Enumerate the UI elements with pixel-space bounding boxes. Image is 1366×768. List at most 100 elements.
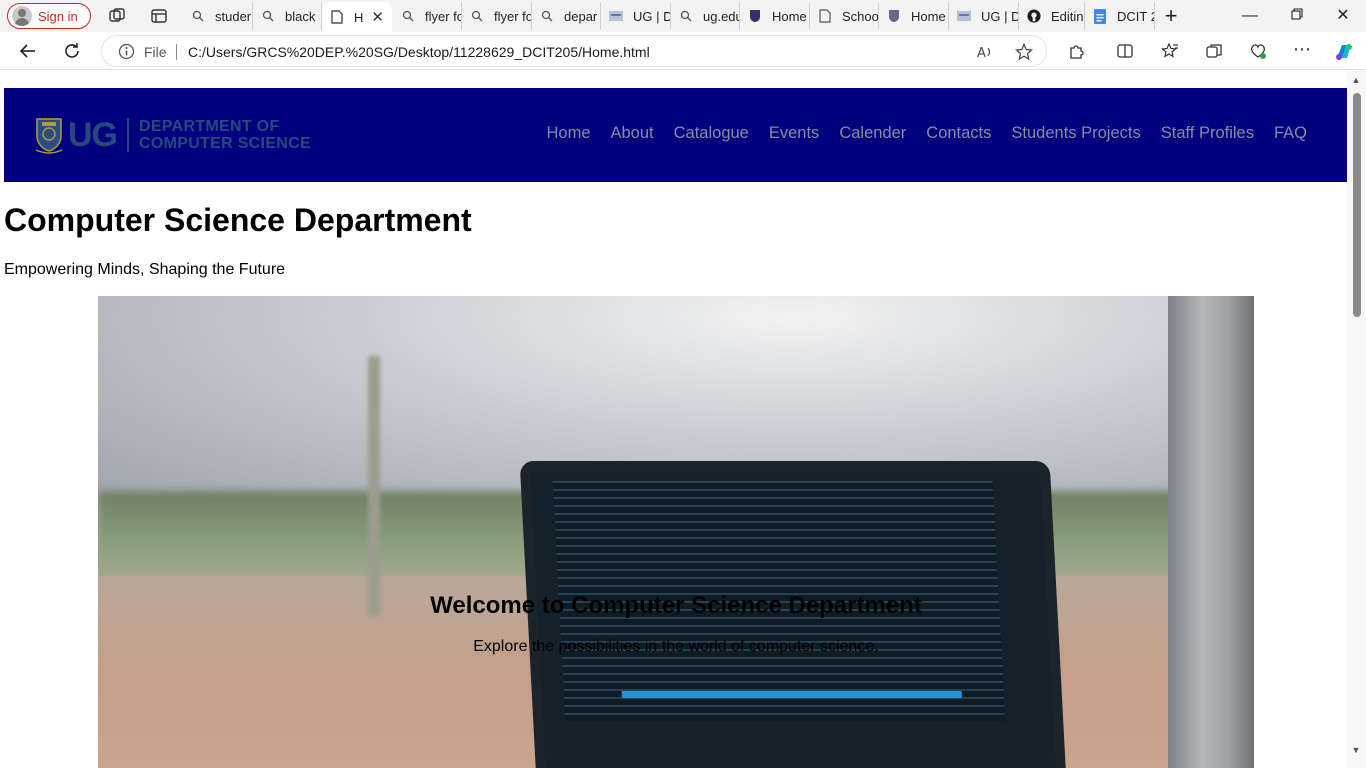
profile-avatar-icon — [12, 6, 32, 26]
refresh-icon[interactable] — [62, 41, 82, 61]
divider — [176, 44, 177, 60]
tab-label: UG | D — [633, 8, 671, 24]
tab-label: black — [285, 8, 316, 24]
sign-in-label: Sign in — [38, 8, 78, 24]
info-icon[interactable] — [118, 43, 135, 60]
tab-label: H — [354, 9, 364, 25]
browser-tab[interactable]: UG | D — [601, 2, 671, 30]
nav-events[interactable]: Events — [769, 124, 819, 143]
hero-background-post — [368, 356, 380, 616]
search-icon — [401, 9, 415, 23]
hero-metal-pole — [1168, 296, 1254, 768]
browser-tab[interactable]: DCIT 2 — [1085, 2, 1155, 30]
browser-tab[interactable]: Schoo — [810, 2, 879, 30]
logo-department-name: DEPARTMENT OF COMPUTER SCIENCE — [139, 118, 311, 152]
browser-essentials-icon[interactable] — [1249, 42, 1267, 60]
site-header: UG DEPARTMENT OF COMPUTER SCIENCE Home A… — [4, 88, 1347, 182]
search-icon — [540, 9, 554, 23]
scheme-label: File — [144, 44, 167, 60]
nav-faq[interactable]: FAQ — [1274, 124, 1307, 143]
nav-home[interactable]: Home — [546, 124, 590, 143]
search-icon — [261, 9, 275, 23]
main-nav: Home About Catalogue Events Calender Con… — [546, 124, 1307, 143]
tab-label: Home — [772, 8, 807, 24]
tab-strip: Sign in studer black H ✕ flyer fo flyer … — [0, 0, 1366, 32]
university-crest-icon — [34, 116, 64, 154]
scroll-down-icon[interactable]: ▼ — [1351, 745, 1361, 755]
svg-text:A: A — [977, 46, 986, 61]
search-icon — [470, 9, 484, 23]
tab-label: Home — [911, 8, 946, 24]
sign-in-button[interactable]: Sign in — [7, 3, 91, 29]
back-icon[interactable] — [18, 41, 38, 61]
page-title: Computer Science Department — [4, 202, 472, 238]
crest-icon — [887, 9, 901, 23]
scrollbar-thumb[interactable] — [1353, 93, 1361, 317]
workspaces-icon[interactable] — [108, 7, 126, 25]
logo-line-2: COMPUTER SCIENCE — [139, 135, 311, 152]
tab-label: Schoo — [842, 8, 879, 24]
url-text[interactable]: C:/Users/GRCS%20DEP.%20SG/Desktop/112286… — [188, 44, 650, 60]
nav-catalogue[interactable]: Catalogue — [674, 124, 749, 143]
browser-tab[interactable]: UG | D — [949, 2, 1019, 30]
logo-divider — [127, 118, 129, 152]
tab-label: UG | D — [981, 8, 1019, 24]
tab-label: flyer fo — [494, 8, 532, 24]
browser-tab-active[interactable]: H ✕ — [322, 2, 392, 32]
copilot-icon[interactable] — [1333, 42, 1352, 60]
page-viewport: UG DEPARTMENT OF COMPUTER SCIENCE Home A… — [0, 71, 1347, 768]
browser-tab[interactable]: Home — [879, 2, 949, 30]
laptop-status-bar — [621, 691, 963, 698]
tab-label: ug.edu — [703, 8, 740, 24]
extensions-icon[interactable] — [1068, 42, 1086, 60]
browser-tab[interactable]: Home — [740, 2, 810, 30]
tab-label: flyer fo — [425, 8, 462, 24]
favorites-icon[interactable] — [1161, 42, 1179, 60]
github-icon — [1027, 9, 1041, 23]
browser-tab[interactable]: black — [253, 2, 322, 30]
nav-students-projects[interactable]: Students Projects — [1011, 124, 1140, 143]
page-scrollbar[interactable]: ▲ ▼ — [1347, 71, 1366, 768]
nav-about[interactable]: About — [611, 124, 654, 143]
search-icon — [679, 9, 693, 23]
logo-ug-text: UG — [68, 115, 118, 154]
browser-tab[interactable]: depar — [532, 2, 601, 30]
browser-tab[interactable]: studer — [183, 2, 253, 30]
browser-toolbar: File C:/Users/GRCS%20DEP.%20SG/Desktop/1… — [0, 32, 1366, 70]
close-window-icon[interactable]: ✕ — [1333, 6, 1353, 26]
scroll-up-icon[interactable]: ▲ — [1351, 75, 1361, 85]
crest-icon — [748, 9, 762, 23]
browser-tab[interactable]: flyer fo — [393, 2, 462, 30]
tab-label: studer — [215, 8, 252, 24]
docs-icon — [1093, 8, 1107, 24]
tab-label: depar — [564, 8, 598, 24]
page-tagline: Empowering Minds, Shaping the Future — [4, 261, 286, 278]
department-logo[interactable]: UG DEPARTMENT OF COMPUTER SCIENCE — [34, 114, 314, 156]
nav-contacts[interactable]: Contacts — [926, 124, 991, 143]
more-menu-icon[interactable]: ⋯ — [1293, 40, 1311, 60]
hero-heading: Welcome to Computer Science Department — [430, 592, 922, 619]
tab-actions-icon[interactable] — [150, 7, 168, 25]
logo-line-1: DEPARTMENT OF — [139, 118, 280, 135]
split-screen-icon[interactable] — [1116, 42, 1134, 60]
browser-tab[interactable]: flyer fo — [462, 2, 532, 30]
favorite-star-icon[interactable] — [1015, 43, 1033, 61]
minimize-icon[interactable]: — — [1240, 6, 1260, 26]
search-icon — [191, 9, 205, 23]
browser-tab[interactable]: ug.edu — [671, 2, 740, 30]
address-bar[interactable]: File C:/Users/GRCS%20DEP.%20SG/Desktop/1… — [101, 35, 1047, 67]
browser-tab[interactable]: Editin — [1019, 2, 1085, 30]
restore-icon[interactable] — [1287, 6, 1307, 26]
close-tab-icon[interactable]: ✕ — [371, 8, 384, 26]
nav-staff-profiles[interactable]: Staff Profiles — [1161, 124, 1254, 143]
hero-subtext: Explore the possibilities in the world o… — [473, 638, 879, 655]
collections-icon[interactable] — [1205, 42, 1223, 60]
tab-label: Editin — [1051, 8, 1084, 24]
site-icon — [957, 9, 971, 23]
site-icon — [609, 9, 623, 23]
tab-label: DCIT 2 — [1117, 8, 1155, 24]
read-aloud-icon[interactable]: A — [976, 43, 994, 61]
new-tab-icon[interactable]: + — [1161, 5, 1181, 27]
nav-calender[interactable]: Calender — [839, 124, 906, 143]
hero-banner: Welcome to Computer Science Department E… — [98, 296, 1254, 768]
